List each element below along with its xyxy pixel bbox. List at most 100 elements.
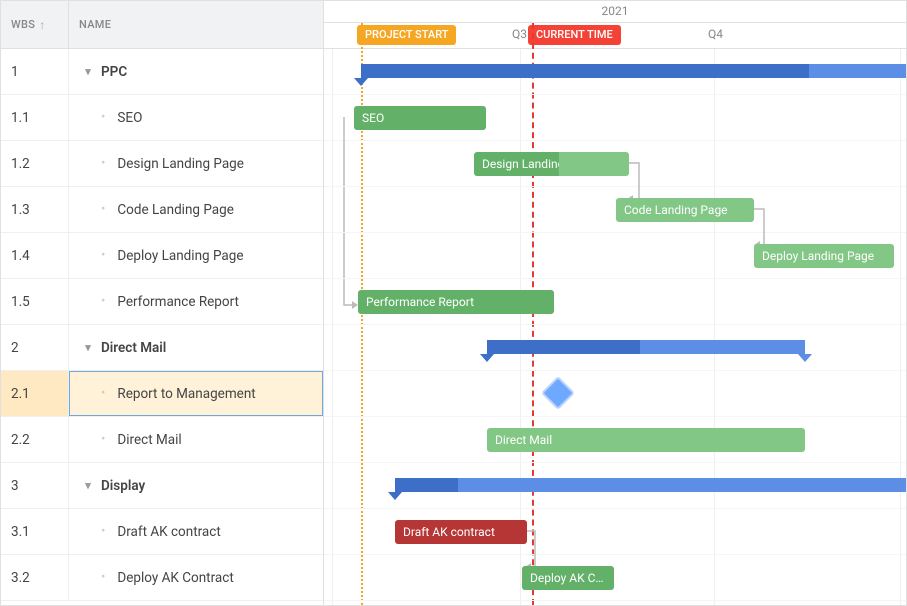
badge-label: PROJECT START (365, 28, 448, 41)
column-header-wbs[interactable]: WBS ↑ (1, 1, 69, 48)
table-row[interactable]: 2.1 • Report to Management (1, 371, 323, 417)
summary-end-icon (798, 354, 812, 362)
current-time-marker-badge[interactable]: CURRENT TIME (528, 25, 621, 45)
summary-bar-ppc[interactable] (361, 64, 906, 78)
task-row: Performance Report (324, 279, 906, 325)
task-bar-deploy[interactable]: Deploy Landing Page (754, 244, 894, 268)
task-name-label: Deploy Landing Page (117, 248, 243, 264)
bar-label: Draft AK contract (403, 525, 495, 539)
bar-label: Direct Mail (495, 433, 552, 447)
gantt-chart-area[interactable]: SEO Design Landing Page Code Landin (324, 49, 906, 605)
bar-label: SEO (362, 111, 384, 125)
cell-name[interactable]: ▾ Direct Mail (69, 325, 323, 370)
summary-bar-directmail[interactable] (487, 340, 805, 354)
task-row: Draft AK contract (324, 509, 906, 555)
cell-name[interactable]: •Deploy AK Contract (69, 555, 323, 600)
bullet-icon: • (101, 294, 105, 309)
summary-start-icon (354, 78, 368, 86)
bullet-icon: • (101, 248, 105, 263)
quarter-row: PROJECT START Q3 CURRENT TIME Q4 (324, 23, 906, 48)
task-bar-code[interactable]: Code Landing Page (616, 198, 754, 222)
cell-name[interactable]: • Deploy Landing Page (69, 233, 323, 278)
task-row: Direct Mail (324, 417, 906, 463)
task-name-label: Direct Mail (117, 432, 181, 448)
grid-body: 1▾PPC1.1•SEO1.2•Design Landing Page1.3•C… (1, 49, 323, 605)
chevron-down-icon[interactable]: ▾ (83, 65, 93, 78)
bullet-icon: • (101, 110, 105, 125)
column-header-name[interactable]: NAME (69, 1, 323, 48)
progress-fill (361, 64, 809, 78)
task-bar-deploy-ak[interactable]: Deploy AK C… (522, 566, 614, 590)
task-row: Deploy AK C… (324, 555, 906, 601)
year-label: 2021 (602, 4, 629, 18)
cell-wbs: 3 (1, 463, 69, 508)
task-bar-design-remaining[interactable] (559, 152, 629, 176)
task-row (324, 463, 906, 509)
chevron-down-icon[interactable]: ▾ (83, 341, 93, 354)
bar-label: Deploy AK C… (530, 571, 603, 585)
bar-label: Performance Report (366, 295, 474, 309)
cell-wbs: 1.2 (1, 141, 69, 186)
grid-header: WBS ↑ NAME (1, 1, 323, 49)
task-name-label: Direct Mail (101, 340, 166, 356)
table-row[interactable]: 1▾PPC (1, 49, 323, 95)
task-name-label: Report to Management (117, 386, 255, 402)
cell-name[interactable]: •Performance Report (69, 279, 323, 324)
gantt-timeline[interactable]: 2021 PROJECT START Q3 CURRENT TIME Q4 (324, 1, 906, 605)
table-row[interactable]: 1.5•Performance Report (1, 279, 323, 325)
table-row[interactable]: 2▾Direct Mail (1, 325, 323, 371)
task-grid: WBS ↑ NAME 1▾PPC1.1•SEO1.2•Design Landin… (1, 1, 324, 605)
cell-name[interactable]: • Report to Management (69, 371, 323, 416)
quarter-label-q3: Q3 (512, 27, 527, 41)
year-row: 2021 (324, 1, 906, 23)
cell-wbs: 1.4 (1, 233, 69, 278)
task-row (324, 371, 906, 417)
table-row[interactable]: 3 ▾ Display (1, 463, 323, 509)
task-name-label: Draft AK contract (117, 524, 220, 540)
task-name-label: PPC (101, 64, 127, 80)
milestone-report-to-management[interactable] (541, 376, 575, 410)
cell-name[interactable]: • Code Landing Page (69, 187, 323, 232)
task-bar-design-done[interactable]: Design Landing Page (474, 152, 559, 176)
table-row[interactable]: 1.2•Design Landing Page (1, 141, 323, 187)
bullet-icon: • (101, 570, 105, 585)
cell-name[interactable]: ▾ PPC (69, 49, 323, 94)
progress-fill (395, 478, 458, 492)
bullet-icon: • (101, 386, 105, 401)
cell-wbs: 1.1 (1, 95, 69, 140)
task-row: Code Landing Page (324, 187, 906, 233)
table-row[interactable]: 2.2 • Direct Mail (1, 417, 323, 463)
task-bar-draft-ak[interactable]: Draft AK contract (395, 520, 527, 544)
bullet-icon: • (101, 432, 105, 447)
cell-name[interactable]: ▾ Display (69, 463, 323, 508)
cell-name[interactable]: •Draft AK contract (69, 509, 323, 554)
task-name-label: Code Landing Page (117, 202, 233, 218)
chevron-down-icon[interactable]: ▾ (83, 479, 93, 492)
cell-wbs: 2.2 (1, 417, 69, 462)
table-row[interactable]: 3.2•Deploy AK Contract (1, 555, 323, 601)
cell-name[interactable]: •SEO (69, 95, 323, 140)
task-name-label: Display (101, 478, 145, 494)
gantt-app: WBS ↑ NAME 1▾PPC1.1•SEO1.2•Design Landin… (0, 0, 907, 606)
task-row: Design Landing Page (324, 141, 906, 187)
summary-bar-display[interactable] (395, 478, 906, 492)
column-label: WBS (11, 18, 35, 31)
table-row[interactable]: 1.1•SEO (1, 95, 323, 141)
sort-asc-icon: ↑ (39, 19, 45, 31)
cell-name[interactable]: • Direct Mail (69, 417, 323, 462)
task-bar-performance[interactable]: Performance Report (358, 290, 554, 314)
bullet-icon: • (101, 202, 105, 217)
cell-wbs: 3.1 (1, 509, 69, 554)
table-row[interactable]: 1.3•Code Landing Page (1, 187, 323, 233)
task-bar-seo[interactable]: SEO (354, 106, 486, 130)
timeline-header: 2021 PROJECT START Q3 CURRENT TIME Q4 (324, 1, 906, 49)
table-row[interactable]: 1.4 • Deploy Landing Page (1, 233, 323, 279)
project-start-marker-badge[interactable]: PROJECT START (357, 25, 456, 45)
cell-name[interactable]: •Design Landing Page (69, 141, 323, 186)
cell-wbs: 3.2 (1, 555, 69, 600)
badge-label: CURRENT TIME (536, 28, 613, 41)
task-row: SEO (324, 95, 906, 141)
cell-wbs: 2.1 (1, 371, 69, 416)
task-bar-directmail[interactable]: Direct Mail (487, 428, 805, 452)
table-row[interactable]: 3.1•Draft AK contract (1, 509, 323, 555)
